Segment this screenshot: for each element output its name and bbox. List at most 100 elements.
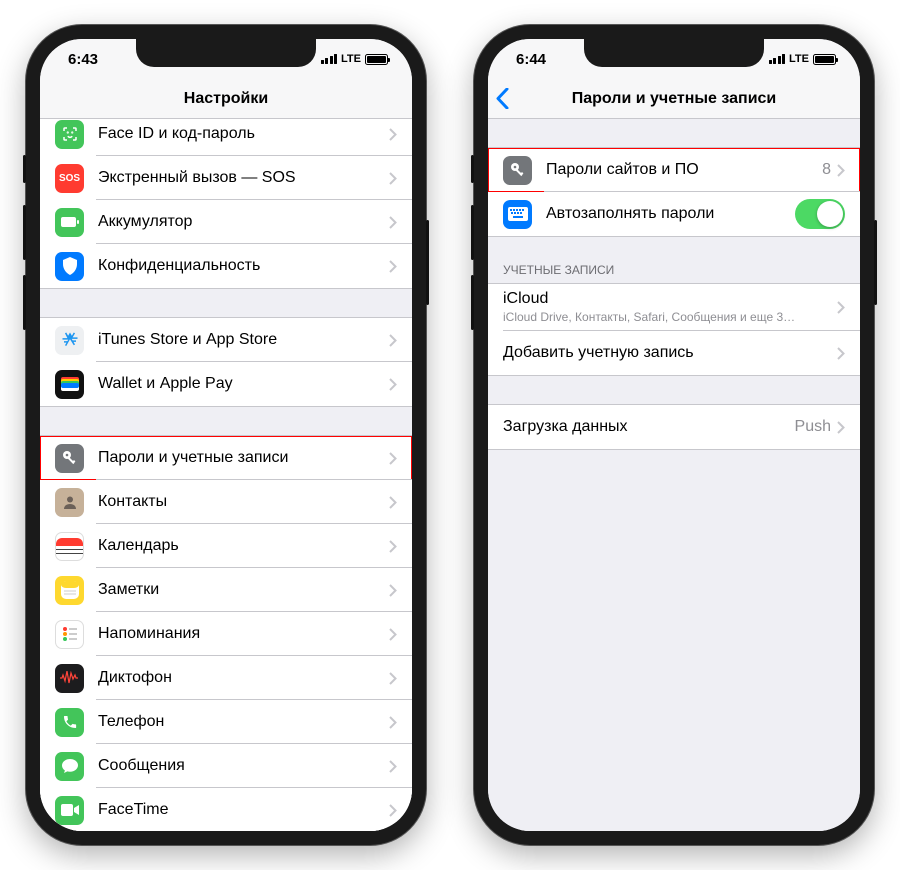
row-label: FaceTime <box>98 801 389 819</box>
row-calendar[interactable]: Календарь <box>40 524 412 568</box>
fetch-group: Загрузка данных Push <box>488 404 860 450</box>
row-wallet[interactable]: Wallet и Apple Pay <box>40 362 412 406</box>
back-button[interactable] <box>496 79 509 118</box>
row-sos[interactable]: SOS Экстренный вызов — SOS <box>40 156 412 200</box>
chevron-right-icon <box>389 260 397 273</box>
row-appstore[interactable]: iTunes Store и App Store <box>40 318 412 362</box>
row-label: Добавить учетную запись <box>503 344 837 362</box>
nav-title: Пароли и учетные записи <box>572 90 777 108</box>
chevron-right-icon <box>389 584 397 597</box>
autofill-toggle[interactable] <box>795 199 845 229</box>
network-label: LTE <box>789 53 809 65</box>
row-fetch[interactable]: Загрузка данных Push <box>488 405 860 449</box>
calendar-icon <box>55 532 84 561</box>
row-label: Аккумулятор <box>98 213 389 231</box>
row-notes[interactable]: Заметки <box>40 568 412 612</box>
passwords-group: Пароли сайтов и ПО 8 Автозаполнять парол… <box>488 147 860 237</box>
status-time: 6:43 <box>68 51 98 68</box>
contacts-icon <box>55 488 84 517</box>
phone-icon <box>55 708 84 737</box>
chevron-right-icon <box>389 334 397 347</box>
nav-bar: Пароли и учетные записи <box>488 79 860 119</box>
chevron-right-icon <box>837 164 845 177</box>
privacy-icon <box>55 252 84 281</box>
row-label: Экстренный вызов — SOS <box>98 169 389 187</box>
row-voicerec[interactable]: Диктофон <box>40 656 412 700</box>
chevron-right-icon <box>389 716 397 729</box>
appstore-icon <box>55 326 84 355</box>
row-label: Автозаполнять пароли <box>546 205 795 223</box>
row-icloud[interactable]: iCloud iCloud Drive, Контакты, Safari, С… <box>488 284 860 330</box>
chevron-right-icon <box>389 216 397 229</box>
row-battery[interactable]: Аккумулятор <box>40 200 412 244</box>
row-autofill[interactable]: Автозаполнять пароли <box>488 192 860 236</box>
network-label: LTE <box>341 53 361 65</box>
battery-icon <box>55 208 84 237</box>
row-label: Конфиденциальность <box>98 257 389 275</box>
row-reminders[interactable]: Напоминания <box>40 612 412 656</box>
messages-icon <box>55 752 84 781</box>
passwords-icon <box>503 156 532 185</box>
row-faceid[interactable]: Face ID и код-пароль <box>40 119 412 156</box>
chevron-right-icon <box>389 672 397 685</box>
nav-bar: Настройки <box>40 79 412 119</box>
signal-icon <box>321 54 338 64</box>
chevron-right-icon <box>837 347 845 360</box>
status-time: 6:44 <box>516 51 546 68</box>
chevron-left-icon <box>496 88 509 109</box>
chevron-right-icon <box>389 540 397 553</box>
row-label: Телефон <box>98 713 389 731</box>
accounts-section-header: Учетные записи <box>488 257 860 283</box>
notch <box>136 39 316 67</box>
row-add-account[interactable]: Добавить учетную запись <box>488 331 860 375</box>
row-label: Сообщения <box>98 757 389 775</box>
chevron-right-icon <box>389 378 397 391</box>
row-label: iCloud <box>503 290 837 308</box>
row-value: 8 <box>822 161 831 179</box>
accounts-group: iCloud iCloud Drive, Контакты, Safari, С… <box>488 283 860 376</box>
faceid-icon <box>55 120 84 149</box>
settings-group-2: iTunes Store и App Store Wallet и Apple … <box>40 317 412 407</box>
row-value: Push <box>795 418 831 436</box>
battery-icon <box>813 54 836 65</box>
row-phone[interactable]: Телефон <box>40 700 412 744</box>
chevron-right-icon <box>389 452 397 465</box>
phone-right: 6:44 LTE Пароли и учетные записи Пароли … <box>474 25 874 845</box>
chevron-right-icon <box>389 496 397 509</box>
notch <box>584 39 764 67</box>
row-label: Напоминания <box>98 625 389 643</box>
row-facetime[interactable]: FaceTime <box>40 788 412 831</box>
row-label: Wallet и Apple Pay <box>98 375 389 393</box>
row-messages[interactable]: Сообщения <box>40 744 412 788</box>
row-label: Face ID и код-пароль <box>98 125 389 143</box>
settings-group-3: Пароли и учетные записи Контакты Календа… <box>40 435 412 831</box>
chevron-right-icon <box>389 804 397 817</box>
chevron-right-icon <box>389 760 397 773</box>
battery-icon <box>365 54 388 65</box>
row-privacy[interactable]: Конфиденциальность <box>40 244 412 288</box>
row-passwords[interactable]: Пароли и учетные записи <box>40 436 412 480</box>
signal-icon <box>769 54 786 64</box>
voicerec-icon <box>55 664 84 693</box>
keyboard-icon <box>503 200 532 229</box>
chevron-right-icon <box>837 421 845 434</box>
row-label: Календарь <box>98 537 389 555</box>
row-label: Пароли сайтов и ПО <box>546 161 822 179</box>
row-label: Загрузка данных <box>503 418 795 436</box>
chevron-right-icon <box>389 628 397 641</box>
row-label: Диктофон <box>98 669 389 687</box>
passwords-icon <box>55 444 84 473</box>
nav-title: Настройки <box>184 90 268 108</box>
row-sublabel: iCloud Drive, Контакты, Safari, Сообщени… <box>503 310 837 324</box>
settings-group-1: Face ID и код-пароль SOS Экстренный вызо… <box>40 119 412 289</box>
chevron-right-icon <box>389 172 397 185</box>
row-contacts[interactable]: Контакты <box>40 480 412 524</box>
reminders-icon <box>55 620 84 649</box>
wallet-icon <box>55 370 84 399</box>
row-site-passwords[interactable]: Пароли сайтов и ПО 8 <box>488 148 860 192</box>
phone-left: 6:43 LTE Настройки Face ID и код-пароль … <box>26 25 426 845</box>
row-label: Пароли и учетные записи <box>98 449 389 467</box>
row-label: Контакты <box>98 493 389 511</box>
notes-icon <box>55 576 84 605</box>
facetime-icon <box>55 796 84 825</box>
